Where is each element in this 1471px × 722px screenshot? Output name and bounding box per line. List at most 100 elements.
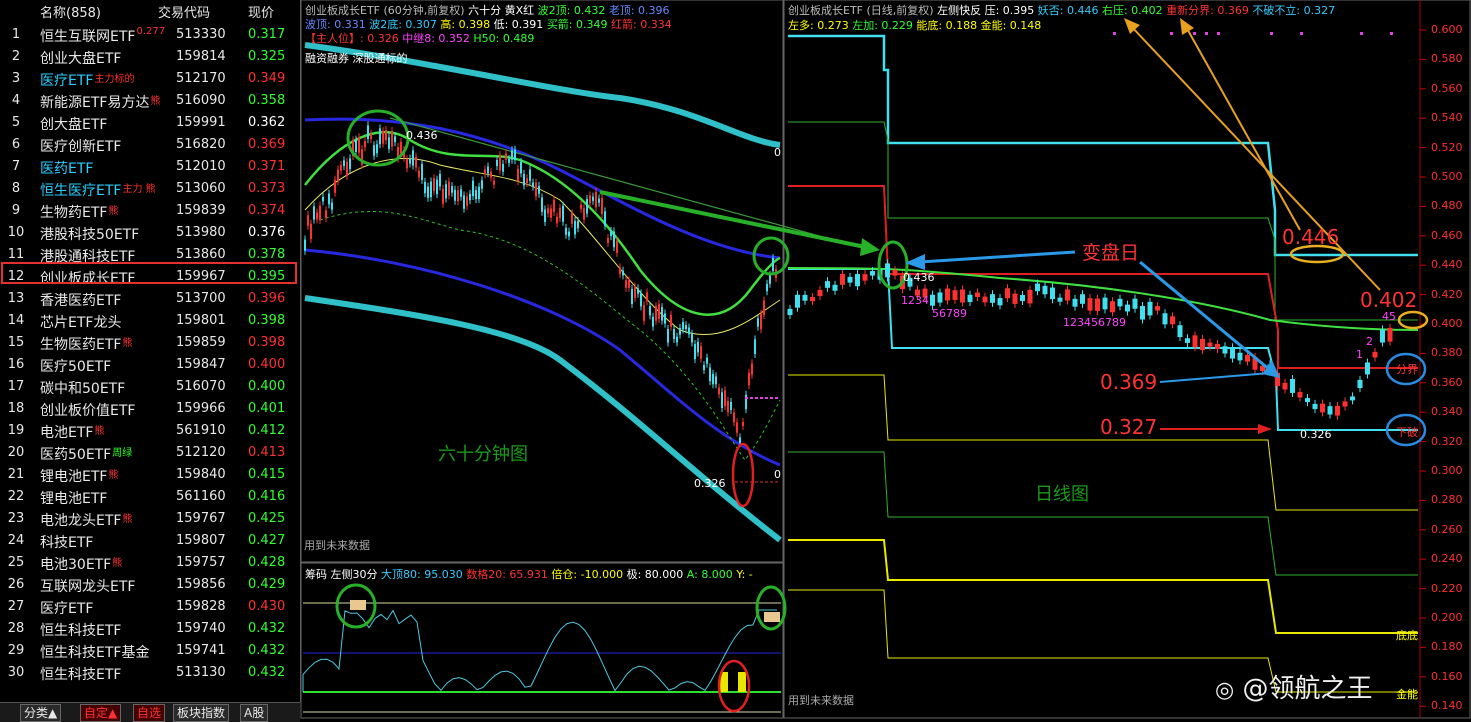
candle-body <box>583 208 585 220</box>
candle-body <box>1080 294 1085 304</box>
candle-body <box>652 316 654 327</box>
candle-body <box>340 164 342 171</box>
split-tag: 分界 <box>1396 363 1418 376</box>
candle-body <box>346 161 348 176</box>
candle-body <box>622 270 624 276</box>
axis-label: 0.240 <box>1431 552 1463 566</box>
candle-body <box>367 125 369 140</box>
candle-body <box>1192 335 1198 348</box>
candle-body <box>427 186 429 198</box>
candle-body <box>640 293 642 307</box>
candle-body <box>1215 344 1220 350</box>
axis-label: 0.440 <box>1431 258 1463 272</box>
candle-body <box>424 181 426 194</box>
main-position: 【主人位】: 0.326 <box>305 32 399 45</box>
candle-body <box>1342 401 1348 407</box>
candle-body <box>855 274 860 287</box>
candle-body <box>337 169 339 182</box>
candle-body <box>637 288 639 294</box>
candle-body <box>421 163 423 180</box>
candle-body <box>706 357 708 364</box>
axis-label: 0.320 <box>1431 434 1463 448</box>
day-right-press: 右压: 0.402 <box>1101 4 1163 17</box>
candle-body <box>1222 346 1228 354</box>
candle-body <box>520 161 522 174</box>
candle-body <box>400 141 402 154</box>
candle-body <box>736 422 738 433</box>
candle-body <box>328 193 330 205</box>
candle-body <box>990 294 995 303</box>
hour-watermark: 六十分钟图 <box>438 444 528 465</box>
candle-body <box>316 212 318 220</box>
candle-body <box>1027 289 1033 304</box>
chip-panel-border <box>300 562 784 719</box>
candle-body <box>499 154 501 171</box>
candle-body <box>1140 305 1145 320</box>
chip-indicator-name[interactable]: 筹码 左侧30分 <box>305 568 378 581</box>
candle-body <box>535 182 537 197</box>
candle-body <box>763 300 765 315</box>
candle-body <box>457 190 459 202</box>
candle-body <box>577 221 579 229</box>
h50: H50: 0.489 <box>473 32 535 45</box>
candle-body <box>1387 327 1393 342</box>
candle-body <box>1125 304 1130 312</box>
candle-body <box>415 156 417 168</box>
candle-body <box>802 294 808 301</box>
candle-body <box>1042 285 1048 295</box>
weibo-handle: @领航之王 <box>1242 674 1373 704</box>
axis-label: 0.180 <box>1431 640 1463 654</box>
candle-body <box>538 185 540 194</box>
axis-label: 0.360 <box>1431 375 1463 389</box>
break-tag: 下破 <box>1396 426 1418 439</box>
candle-body <box>862 274 868 281</box>
candle-body <box>382 131 384 144</box>
candle-body <box>967 294 973 303</box>
candle-body <box>445 184 447 199</box>
candle-body <box>307 215 309 226</box>
candle-body <box>589 195 591 204</box>
candle-body <box>825 281 830 288</box>
value-446: 0.446 <box>1282 225 1340 249</box>
value-402: 0.402 <box>1360 288 1418 312</box>
candle-body <box>769 275 771 284</box>
candle-body <box>1057 297 1063 302</box>
candle-body <box>1162 313 1168 325</box>
axis-label: 0.420 <box>1431 287 1463 301</box>
candle-body <box>664 313 666 324</box>
axis-label: 0.340 <box>1431 405 1463 419</box>
candle-body <box>502 163 504 172</box>
candle-body <box>601 197 603 214</box>
candle-body <box>1312 403 1318 410</box>
candle-body <box>505 153 507 160</box>
candle-body <box>1350 396 1355 401</box>
candle-body <box>331 202 333 210</box>
relay8: 中继8: 0.352 <box>402 32 470 45</box>
candle-body <box>343 160 345 166</box>
axis-label: 0.160 <box>1431 669 1463 683</box>
axis-label: 0.280 <box>1431 493 1463 507</box>
weibo-icon: ◎ <box>1215 678 1235 703</box>
candle-body <box>694 344 696 360</box>
cyan-top-step <box>788 34 1418 257</box>
candle-body <box>1095 298 1100 311</box>
chip-pos: 倍仓: -10.000 <box>551 568 624 581</box>
axis-label: 0.200 <box>1431 611 1463 624</box>
candle-body <box>1117 298 1123 307</box>
candle-body <box>304 239 306 251</box>
candle-body <box>712 373 714 385</box>
day-indicator-name[interactable]: 左侧快反 <box>937 4 981 17</box>
candle-body <box>490 171 492 178</box>
gold-energy: 金能: 0.148 <box>980 19 1042 32</box>
chip-a: A: 8.000 <box>686 568 733 581</box>
candle-body <box>643 305 645 321</box>
candle-body <box>604 211 606 226</box>
axis-label: 0.480 <box>1431 199 1463 213</box>
candle-body <box>1110 301 1115 313</box>
candle-body <box>982 296 988 303</box>
candle-body <box>487 166 489 174</box>
candle-body <box>310 223 312 239</box>
candle-body <box>496 159 498 167</box>
candle-body <box>628 280 630 288</box>
candle-body <box>655 306 657 321</box>
